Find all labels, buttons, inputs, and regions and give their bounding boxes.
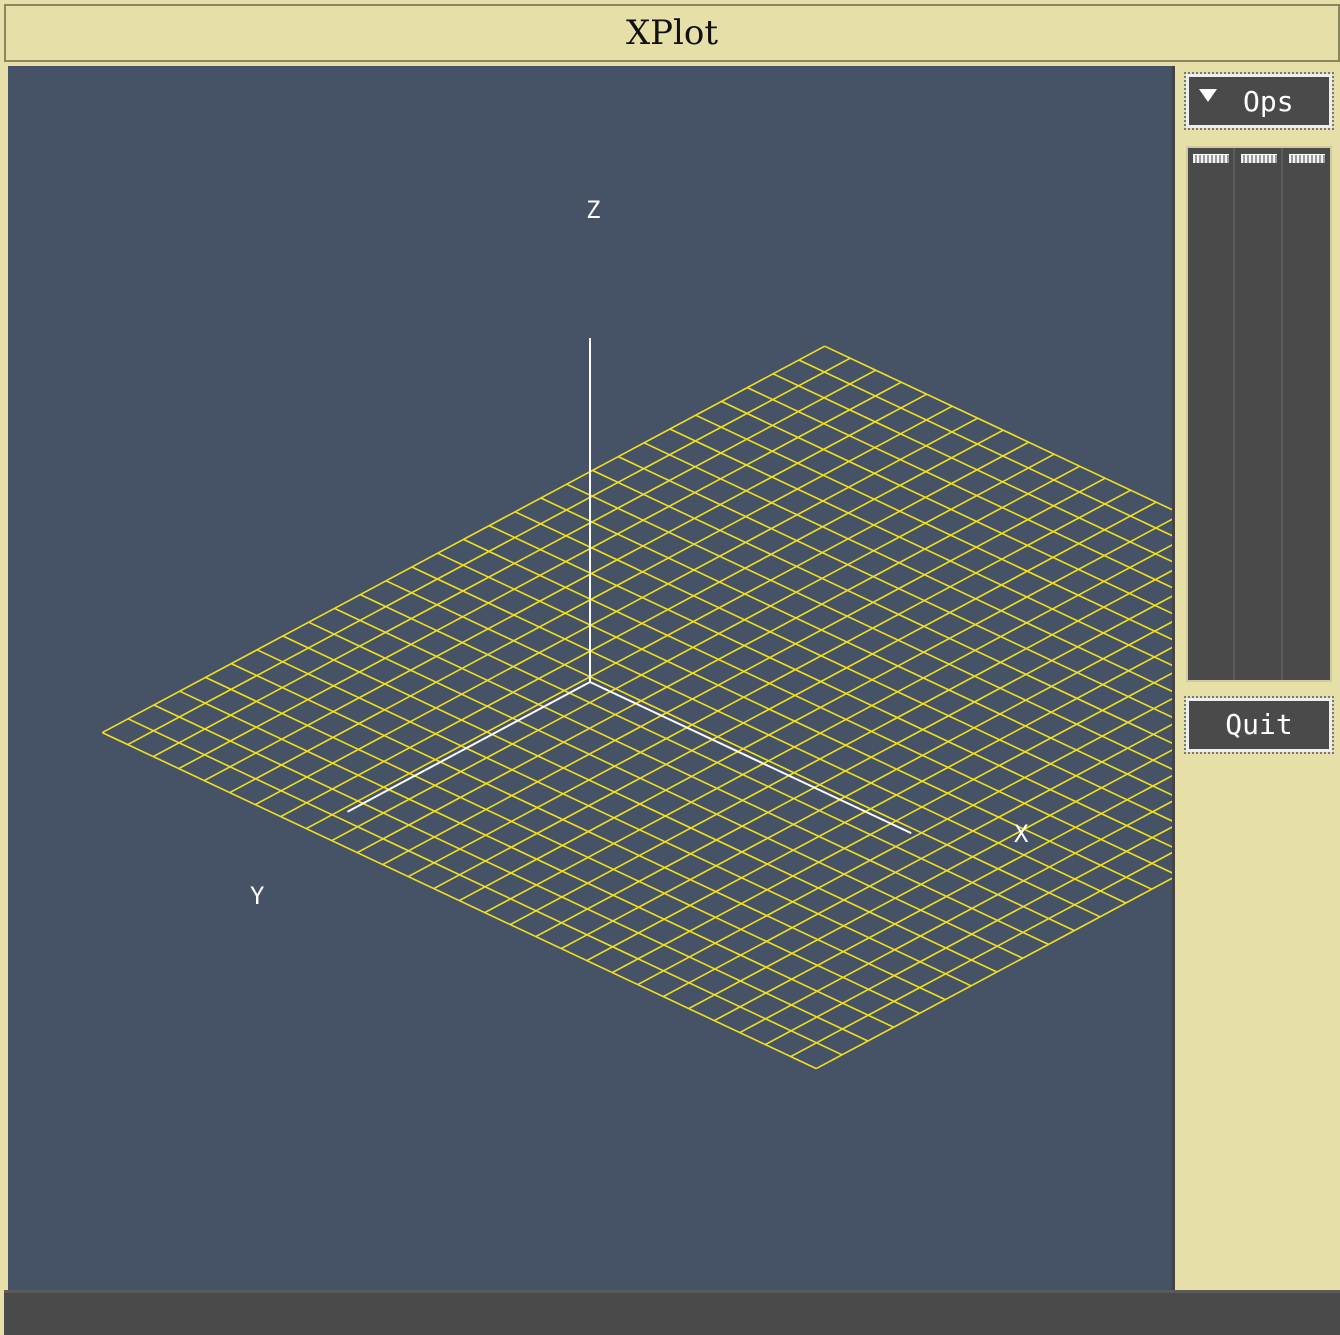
- slider-3-thumb[interactable]: [1289, 154, 1325, 163]
- grid-line: [437, 552, 1153, 890]
- window-title: XPlot: [625, 13, 719, 53]
- grid-line: [488, 524, 1172, 848]
- grid-line: [815, 877, 1172, 1070]
- panel-divider: [1172, 66, 1175, 1290]
- grid-line: [637, 697, 1172, 986]
- slider-panel: [1186, 146, 1332, 682]
- quit-button[interactable]: Quit: [1184, 696, 1334, 754]
- grid-line: [540, 497, 1172, 796]
- grid-line: [179, 690, 895, 1028]
- grid-line: [282, 635, 998, 973]
- grid-line: [153, 704, 869, 1042]
- ops-menu-label: Ops: [1243, 85, 1294, 118]
- dropdown-triangle-icon: [1199, 89, 1217, 102]
- ops-menu-button[interactable]: Ops: [1184, 72, 1334, 130]
- grid-line: [256, 649, 972, 987]
- grid-line: [359, 593, 1075, 932]
- title-bar[interactable]: XPlot: [4, 4, 1340, 62]
- status-bar: [4, 1290, 1340, 1335]
- grid-line: [713, 774, 1172, 1022]
- slider-2[interactable]: [1236, 148, 1283, 680]
- grid-line: [458, 518, 1172, 902]
- surface-plot: [101, 338, 1172, 1070]
- grid-line: [662, 723, 1172, 998]
- grid-line: [334, 607, 1049, 946]
- grid-line: [721, 400, 1172, 615]
- grid-line: [101, 731, 817, 1070]
- y-axis-label: Y: [250, 882, 265, 910]
- control-panel: Ops Quit: [1176, 66, 1340, 1290]
- grid-line: [230, 662, 946, 1001]
- grid-line: [772, 373, 1172, 563]
- grid-line: [669, 428, 1172, 667]
- grid-line: [205, 676, 920, 1015]
- x-axis-label: X: [1014, 820, 1029, 848]
- grid-line: [411, 566, 1127, 904]
- quit-button-label: Quit: [1225, 708, 1293, 741]
- slider-1-thumb[interactable]: [1193, 154, 1229, 163]
- grid-line: [484, 544, 1172, 914]
- surface-grid: [101, 345, 1172, 1070]
- grid-line: [790, 851, 1172, 1058]
- grid-line: [385, 580, 1101, 918]
- grid-line: [509, 569, 1172, 926]
- z-axis-label: Z: [586, 196, 601, 224]
- xplot-window: XPlot Z X Y Ops Quit: [0, 0, 1340, 1335]
- grid-line: [127, 718, 843, 1056]
- slider-2-thumb[interactable]: [1241, 154, 1277, 163]
- slider-1[interactable]: [1188, 148, 1235, 680]
- plot-canvas[interactable]: Z X Y: [8, 66, 1172, 1290]
- grid-line: [308, 621, 1024, 959]
- slider-3[interactable]: [1284, 148, 1331, 680]
- x-axis-line: [589, 681, 912, 835]
- grid-line: [643, 442, 1172, 693]
